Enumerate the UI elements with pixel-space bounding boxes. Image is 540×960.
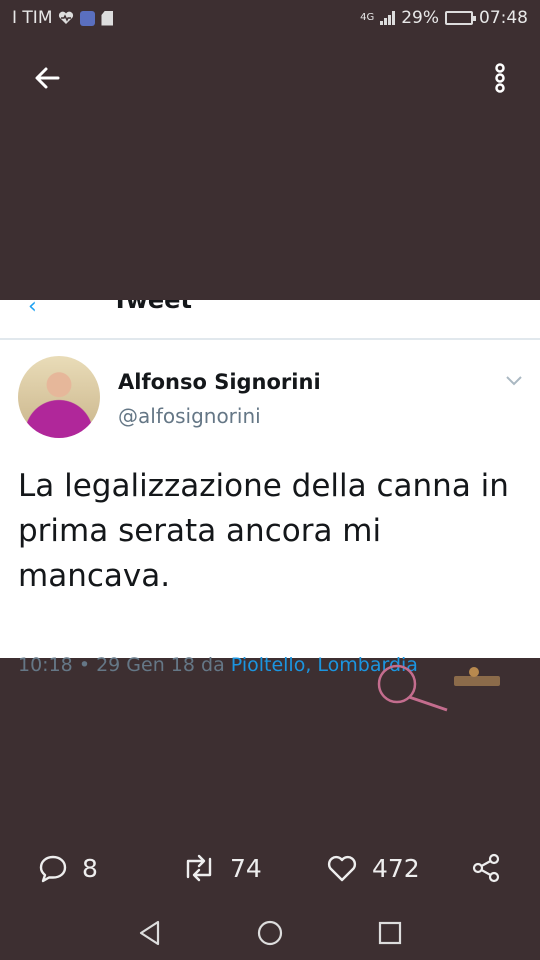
sd-card-icon [101, 10, 114, 26]
nav-home-icon[interactable] [255, 918, 285, 948]
tweet-time: 10:18 [18, 654, 73, 676]
like-count: 472 [372, 853, 420, 883]
health-icon [59, 11, 74, 24]
network-type: 4G [360, 12, 375, 23]
share-icon [472, 853, 500, 883]
tweet-date: 29 Gen 18 [96, 654, 195, 676]
heart-icon [327, 855, 357, 882]
arrow-left-icon [35, 67, 60, 89]
like-button[interactable]: 472 [326, 853, 420, 883]
author-name[interactable]: Alfonso Signorini [118, 370, 321, 394]
chevron-down-icon[interactable] [504, 370, 524, 390]
status-bar: I TIM 4G 29% 07:48 [0, 0, 540, 36]
reply-button[interactable]: 8 [38, 853, 98, 883]
meta-separator: • [78, 654, 91, 676]
watermark-logo [377, 664, 500, 712]
battery-percent: 29% [401, 8, 439, 28]
share-button[interactable] [470, 853, 502, 883]
avatar[interactable] [18, 356, 100, 438]
retweet-count: 74 [230, 853, 262, 883]
more-vertical-icon [495, 63, 505, 93]
reply-icon [39, 855, 67, 883]
card-header-title: Tweet [112, 300, 192, 314]
author-handle[interactable]: @alfosignorini [118, 404, 261, 428]
carrier-label: I TIM [12, 8, 53, 28]
clock: 07:48 [479, 8, 528, 28]
system-nav-bar [0, 906, 540, 960]
card-header: ‹ Tweet [0, 300, 540, 340]
retweet-icon [186, 854, 212, 882]
nav-back-icon[interactable] [135, 918, 165, 948]
tweet-text: La legalizzazione della canna in prima s… [18, 468, 509, 594]
more-options-button[interactable] [490, 60, 510, 96]
tweet-screenshot-card: ‹ Tweet Alfonso Signorini @alfosignorini… [0, 300, 540, 676]
retweet-button[interactable]: 74 [182, 853, 262, 883]
back-button[interactable] [30, 60, 70, 96]
app-bar [0, 50, 540, 106]
battery-icon [445, 11, 476, 25]
tweet-via: da [201, 654, 225, 676]
signal-icon [380, 11, 396, 25]
reply-count: 8 [82, 853, 98, 883]
status-left: I TIM [12, 8, 114, 28]
tweet[interactable]: Alfonso Signorini @alfosignorini La lega… [0, 340, 540, 676]
nav-recents-icon[interactable] [375, 918, 405, 948]
app-badge-icon [80, 10, 96, 26]
tweet-meta: 10:18 • 29 Gen 18 da Pioltello, Lombardi… [18, 654, 418, 676]
tweet-actions: 8 74 472 [0, 846, 540, 890]
status-right: 4G 29% 07:48 [360, 8, 528, 28]
header-back-icon: ‹ [28, 300, 37, 319]
